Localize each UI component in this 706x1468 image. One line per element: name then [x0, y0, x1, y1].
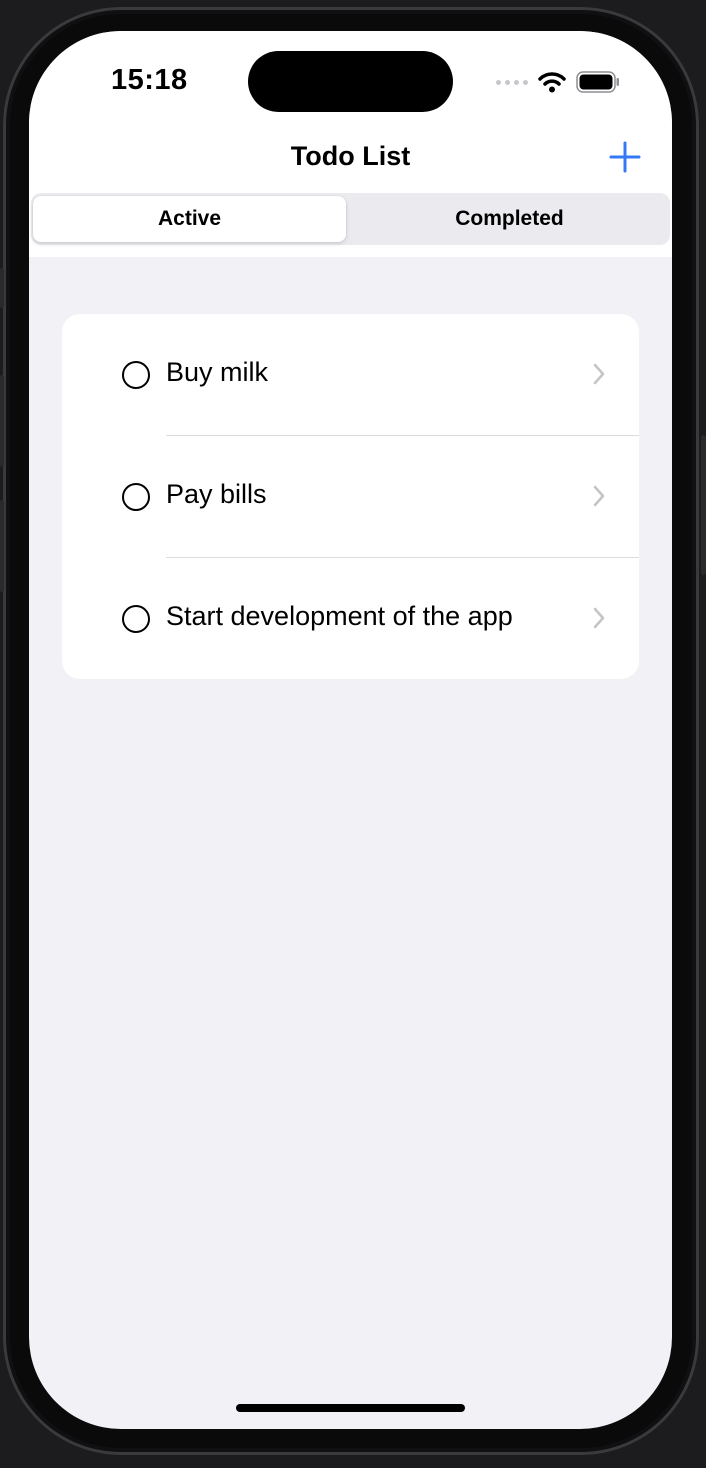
todo-row[interactable]: Start development of the app — [62, 558, 639, 679]
todo-title: Start development of the app — [166, 601, 513, 631]
dynamic-island — [248, 51, 453, 112]
status-icons — [496, 69, 620, 95]
cellular-signal-icon — [496, 79, 528, 85]
home-indicator[interactable] — [236, 1404, 465, 1412]
todo-title: Pay bills — [166, 479, 267, 509]
add-todo-button[interactable] — [609, 141, 641, 173]
chevron-right-icon — [593, 363, 605, 385]
checkbox-circle-icon[interactable] — [122, 361, 150, 389]
todo-title: Buy milk — [166, 357, 269, 387]
page-title: Todo List — [290, 141, 411, 171]
todo-list: Buy milk Pay bills Start development of … — [62, 314, 639, 679]
device-side-button — [0, 268, 4, 308]
todo-row[interactable]: Pay bills — [62, 436, 639, 557]
status-segmented-control[interactable]: Active Completed — [31, 193, 670, 245]
device-side-button — [0, 375, 4, 467]
checkbox-circle-icon[interactable] — [122, 605, 150, 633]
todo-row[interactable]: Buy milk — [62, 314, 639, 435]
chevron-right-icon — [593, 485, 605, 507]
segment-active[interactable]: Active — [33, 196, 346, 242]
status-time: 15:18 — [111, 64, 188, 96]
phone-screen: 15:18 Todo List Active Completed Buy mil… — [29, 31, 672, 1429]
checkbox-circle-icon[interactable] — [122, 483, 150, 511]
segment-completed[interactable]: Completed — [351, 196, 668, 242]
device-side-button — [701, 435, 706, 575]
battery-icon — [576, 71, 619, 93]
device-side-button — [0, 500, 4, 592]
navigation-header: 15:18 Todo List Active Completed — [29, 31, 672, 257]
chevron-right-icon — [593, 607, 605, 629]
wifi-icon — [538, 72, 566, 93]
